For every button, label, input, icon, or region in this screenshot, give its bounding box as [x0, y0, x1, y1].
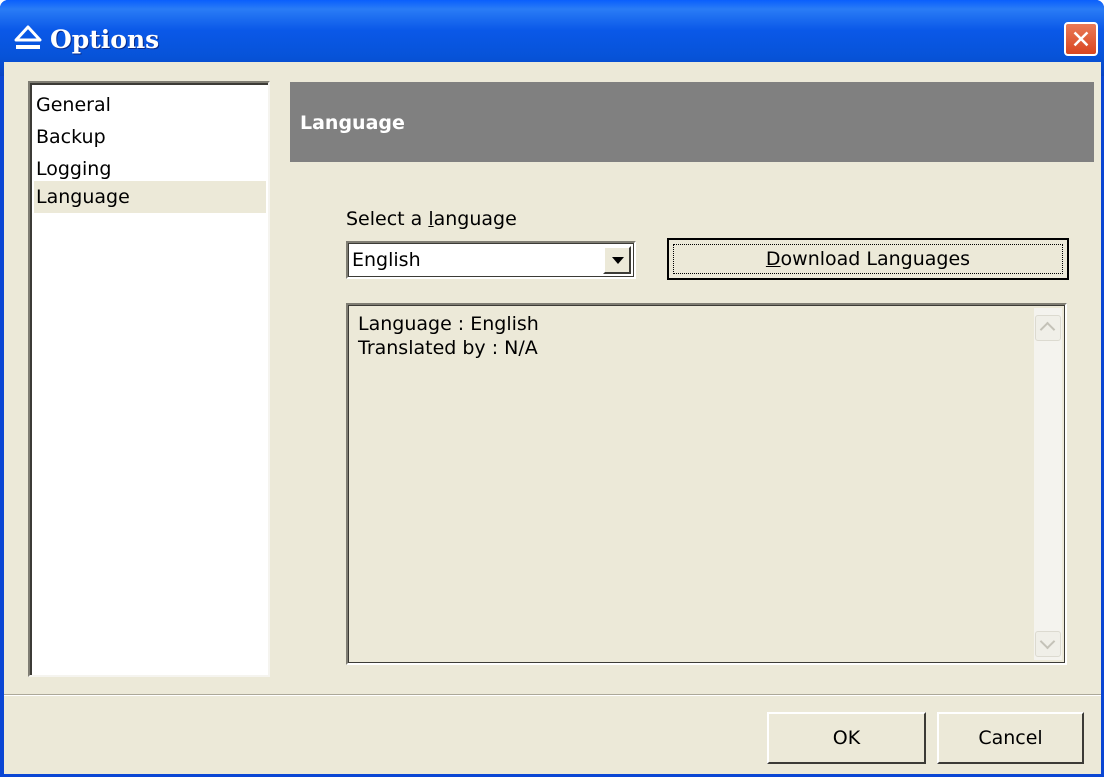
section-header-band: [290, 82, 1094, 162]
window-title: Options: [50, 25, 160, 54]
scroll-down-icon[interactable]: [1035, 631, 1061, 657]
language-info-box[interactable]: Language : English Translated by : N/A: [346, 303, 1067, 665]
ok-button[interactable]: OK: [767, 712, 926, 764]
section-title: Language: [300, 112, 405, 134]
category-item-language[interactable]: Language: [34, 181, 266, 213]
translator-info-line: Translated by : N/A: [358, 337, 538, 359]
download-languages-button[interactable]: Download Languages: [667, 238, 1069, 280]
options-category-list[interactable]: General Backup Logging Language: [28, 81, 270, 677]
category-item-general[interactable]: General: [34, 89, 266, 121]
download-languages-label: Download Languages: [673, 244, 1063, 274]
language-info-line: Language : English: [358, 313, 539, 335]
language-select-label: Select a language: [346, 208, 517, 230]
close-icon: ✕: [1070, 24, 1092, 54]
language-select-value: English: [352, 249, 421, 271]
eject-icon: [14, 24, 42, 54]
cancel-button[interactable]: Cancel: [937, 712, 1084, 764]
scroll-up-icon[interactable]: [1035, 315, 1061, 341]
footer-separator: [4, 694, 1101, 696]
vertical-scrollbar[interactable]: [1034, 308, 1062, 660]
options-window: Options ✕ General Backup Logging Languag…: [0, 0, 1104, 777]
language-select[interactable]: English: [346, 241, 636, 279]
close-button[interactable]: ✕: [1064, 22, 1098, 56]
chevron-down-icon[interactable]: [603, 246, 631, 274]
category-item-backup[interactable]: Backup: [34, 121, 266, 153]
